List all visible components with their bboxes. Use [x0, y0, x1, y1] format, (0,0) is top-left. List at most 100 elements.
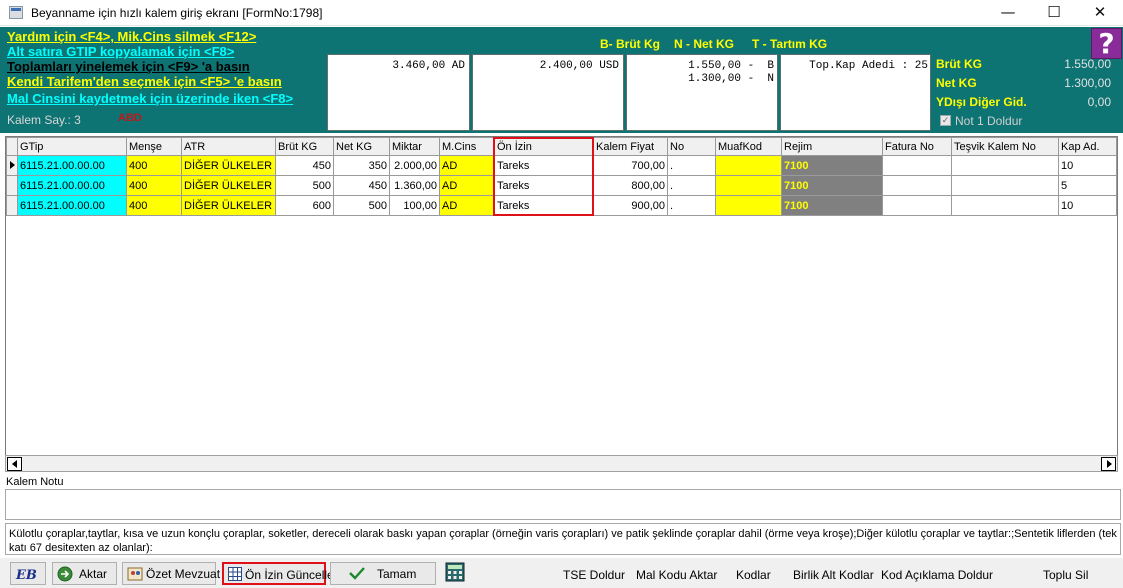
- cell-net[interactable]: 350: [333, 155, 390, 176]
- minimize-button[interactable]: —: [985, 0, 1031, 26]
- toplu-sil-link[interactable]: Toplu Sil: [1043, 568, 1088, 582]
- birlik-alt-kodlar-link[interactable]: Birlik Alt Kodlar: [793, 568, 874, 582]
- cell-tesvik[interactable]: [951, 175, 1059, 196]
- table-row[interactable]: 6115.21.00.00.00 400 DİĞER ÜLKELER 500 4…: [6, 175, 1117, 196]
- cell-no[interactable]: .: [667, 195, 716, 216]
- calculator-button[interactable]: [444, 562, 466, 585]
- cell-muafkod[interactable]: [715, 195, 782, 216]
- onizin-guncelle-label: Ön İzin Güncelle: [245, 568, 334, 582]
- cell-mense[interactable]: 400: [126, 175, 182, 196]
- cell-atr[interactable]: DİĞER ÜLKELER: [181, 195, 276, 216]
- scroll-left-arrow-icon[interactable]: [7, 457, 22, 471]
- col-header-kap[interactable]: Kap Ad.: [1058, 137, 1117, 156]
- cell-rejim[interactable]: 7100: [781, 155, 883, 176]
- checkmark-icon: [349, 567, 365, 580]
- cell-gtip[interactable]: 6115.21.00.00.00: [17, 195, 127, 216]
- cell-tesvik[interactable]: [951, 155, 1059, 176]
- cell-brut[interactable]: 450: [275, 155, 334, 176]
- help-link-f4[interactable]: Yardım için <F4>, Mik.Cins silmek <F12>: [7, 29, 256, 44]
- cell-atr[interactable]: DİĞER ÜLKELER: [181, 175, 276, 196]
- cell-fiyat[interactable]: 800,00: [593, 175, 668, 196]
- total-quantity: 3.460,00 AD: [392, 60, 465, 72]
- cell-mcins[interactable]: AD: [439, 195, 495, 216]
- cell-kap[interactable]: 10: [1058, 195, 1117, 216]
- not1-checkbox[interactable]: ✓: [940, 115, 951, 126]
- cell-mcins[interactable]: AD: [439, 175, 495, 196]
- cell-brut[interactable]: 500: [275, 175, 334, 196]
- mal-kodu-aktar-link[interactable]: Mal Kodu Aktar: [636, 568, 717, 582]
- ozet-mevzuat-button[interactable]: Özet Mevzuat: [122, 562, 220, 585]
- cell-rejim[interactable]: 7100: [781, 195, 883, 216]
- cell-fiyat[interactable]: 900,00: [593, 195, 668, 216]
- cell-atr[interactable]: DİĞER ÜLKELER: [181, 155, 276, 176]
- aktar-label: Aktar: [79, 567, 108, 581]
- cell-kap[interactable]: 5: [1058, 175, 1117, 196]
- cell-net[interactable]: 450: [333, 175, 390, 196]
- tse-doldur-link[interactable]: TSE Doldur: [563, 568, 625, 582]
- bottom-toolbar: EB Aktar Özet Mevzuat Ön İzin Güncelle T…: [0, 558, 1123, 588]
- eb-logo-button[interactable]: EB: [10, 562, 46, 585]
- col-header-onizin[interactable]: Ön İzin: [494, 137, 594, 156]
- cell-no[interactable]: .: [667, 175, 716, 196]
- col-header-rejim[interactable]: Rejim: [781, 137, 883, 156]
- close-button[interactable]: ✕: [1077, 0, 1123, 26]
- cell-fiyat[interactable]: 700,00: [593, 155, 668, 176]
- help-link-copy-gtip[interactable]: Alt satıra GTIP kopyalamak için <F8>: [7, 44, 234, 59]
- kod-aciklama-doldur-link[interactable]: Kod Açıklama Doldur: [881, 568, 993, 582]
- cell-rejim[interactable]: 7100: [781, 175, 883, 196]
- table-row[interactable]: 6115.21.00.00.00 400 DİĞER ÜLKELER 600 5…: [6, 195, 1117, 216]
- cell-onizin[interactable]: Tareks: [494, 155, 594, 176]
- scroll-right-arrow-icon[interactable]: [1101, 457, 1116, 471]
- cell-gtip[interactable]: 6115.21.00.00.00: [17, 175, 127, 196]
- help-link-save-malcins[interactable]: Mal Cinsini kaydetmek için üzerinde iken…: [7, 91, 293, 106]
- help-link-tarifem[interactable]: Kendi Tarifem'den seçmek için <F5> 'e ba…: [7, 74, 282, 89]
- row-indicator: [6, 155, 18, 176]
- cell-fatura[interactable]: [882, 195, 952, 216]
- col-header-brut[interactable]: Brüt KG: [275, 137, 334, 156]
- cell-tesvik[interactable]: [951, 195, 1059, 216]
- col-header-mense[interactable]: Menşe: [126, 137, 182, 156]
- cell-onizin[interactable]: Tareks: [494, 175, 594, 196]
- total-brut-weight: 1.550,00 - B: [688, 60, 774, 72]
- cell-net[interactable]: 500: [333, 195, 390, 216]
- help-icon[interactable]: ?: [1091, 28, 1122, 59]
- cell-mense[interactable]: 400: [126, 155, 182, 176]
- cell-miktar[interactable]: 1.360,00: [389, 175, 440, 196]
- tamam-label: Tamam: [377, 567, 417, 581]
- col-header-muafkod[interactable]: MuafKod: [715, 137, 782, 156]
- cell-onizin[interactable]: Tareks: [494, 195, 594, 216]
- cell-brut[interactable]: 600: [275, 195, 334, 216]
- col-header-fatura[interactable]: Fatura No: [882, 137, 952, 156]
- cell-fatura[interactable]: [882, 155, 952, 176]
- cell-muafkod[interactable]: [715, 175, 782, 196]
- col-header-net[interactable]: Net KG: [333, 137, 390, 156]
- kalem-notu-input[interactable]: [5, 489, 1121, 520]
- document-people-icon: [127, 567, 143, 581]
- tamam-button[interactable]: Tamam: [330, 562, 436, 585]
- cell-muafkod[interactable]: [715, 155, 782, 176]
- cell-no[interactable]: .: [667, 155, 716, 176]
- onizin-guncelle-button[interactable]: Ön İzin Güncelle: [222, 562, 334, 585]
- cell-miktar[interactable]: 100,00: [389, 195, 440, 216]
- help-link-totals[interactable]: Toplamları yinelemek için <F9> 'a basın: [7, 59, 250, 74]
- kodlar-link[interactable]: Kodlar: [736, 568, 771, 582]
- col-header-mcins[interactable]: M.Cins: [439, 137, 495, 156]
- cell-mcins[interactable]: AD: [439, 155, 495, 176]
- row-indicator: [6, 175, 18, 196]
- aktar-button[interactable]: Aktar: [52, 562, 117, 585]
- cell-miktar[interactable]: 2.000,00: [389, 155, 440, 176]
- kalem-grid[interactable]: GTip Menşe ATR Brüt KG Net KG Miktar M.C…: [5, 136, 1118, 472]
- cell-mense[interactable]: 400: [126, 195, 182, 216]
- col-header-miktar[interactable]: Miktar: [389, 137, 440, 156]
- col-header-gtip[interactable]: GTip: [17, 137, 127, 156]
- col-header-no[interactable]: No: [667, 137, 716, 156]
- table-row[interactable]: 6115.21.00.00.00 400 DİĞER ÜLKELER 450 3…: [6, 155, 1117, 176]
- cell-fatura[interactable]: [882, 175, 952, 196]
- col-header-fiyat[interactable]: Kalem Fiyat: [593, 137, 668, 156]
- horizontal-scrollbar[interactable]: [5, 455, 1118, 472]
- cell-gtip[interactable]: 6115.21.00.00.00: [17, 155, 127, 176]
- cell-kap[interactable]: 10: [1058, 155, 1117, 176]
- maximize-button[interactable]: ☐: [1031, 0, 1077, 26]
- col-header-tesvik[interactable]: Teşvik Kalem No: [951, 137, 1059, 156]
- col-header-atr[interactable]: ATR: [181, 137, 276, 156]
